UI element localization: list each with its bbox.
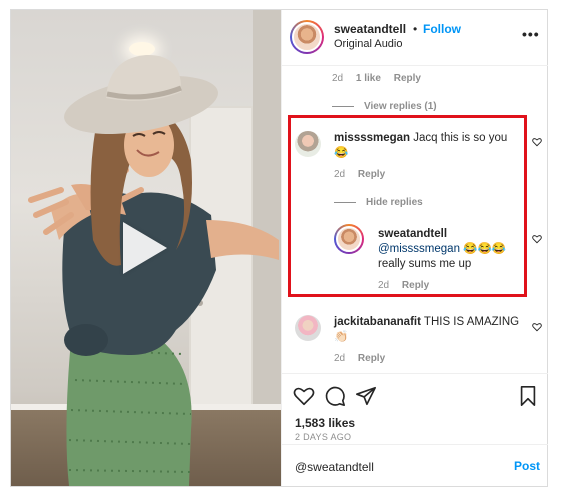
post-date: 2 DAYS AGO bbox=[295, 432, 352, 442]
reply-body: sweatandtell @missssmegan 😂😂😂 really sum… bbox=[378, 227, 518, 272]
hide-replies-label: Hide replies bbox=[366, 197, 423, 208]
play-button[interactable] bbox=[123, 222, 167, 274]
reply-author-avatar[interactable] bbox=[334, 224, 364, 254]
comment-time: 2d bbox=[334, 169, 346, 180]
likes-count[interactable]: 1,583 likes bbox=[295, 416, 355, 430]
comment-likes[interactable]: 1 like bbox=[356, 73, 381, 84]
reply-username[interactable]: sweatandtell bbox=[378, 228, 447, 240]
post-actions: 1,583 likes 2 DAYS AGO bbox=[282, 373, 548, 443]
instagram-post: sweatandtell • Follow Original Audio •••… bbox=[10, 9, 548, 487]
comments-list: 2d 1 like Reply View replies (1) missssm… bbox=[282, 67, 548, 373]
hide-replies-button[interactable]: Hide replies bbox=[334, 197, 423, 208]
follow-button[interactable]: Follow bbox=[423, 22, 461, 36]
profile-avatar[interactable] bbox=[290, 20, 324, 54]
commenter-avatar[interactable] bbox=[295, 315, 321, 341]
author-username[interactable]: sweatandtell bbox=[334, 22, 406, 36]
comment-body: missssmegan Jacq this is so you 😂 bbox=[334, 131, 524, 161]
post-comment-button[interactable]: Post bbox=[514, 459, 540, 473]
separator-dot: • bbox=[413, 22, 418, 36]
divider-line bbox=[332, 105, 354, 107]
add-comment-bar: Post bbox=[282, 444, 548, 486]
reply-meta: 2d Reply bbox=[378, 280, 429, 291]
post-video[interactable] bbox=[11, 10, 281, 486]
commenter-username[interactable]: jackitabananafit bbox=[334, 316, 421, 328]
comment-text: THIS IS AMAZING bbox=[423, 316, 520, 328]
like-comment-heart-icon[interactable] bbox=[532, 137, 542, 147]
commenter-username[interactable]: missssmegan bbox=[334, 132, 410, 144]
divider-line bbox=[334, 201, 356, 203]
comment-time: 2d bbox=[334, 353, 346, 364]
reply-text: really sums me up bbox=[378, 258, 472, 270]
audio-label[interactable]: Original Audio bbox=[334, 38, 403, 50]
post-header: sweatandtell • Follow Original Audio ••• bbox=[282, 10, 548, 66]
reply-time: 2d bbox=[378, 280, 390, 291]
reply-button[interactable]: Reply bbox=[358, 169, 385, 180]
post-side-panel: sweatandtell • Follow Original Audio •••… bbox=[281, 10, 548, 486]
like-comment-heart-icon[interactable] bbox=[532, 322, 542, 332]
comment-time: 2d bbox=[332, 73, 344, 84]
comment-meta: 2d Reply bbox=[334, 169, 385, 180]
comment-meta: 2d Reply bbox=[334, 353, 385, 364]
reply-mention-link[interactable]: @missssmegan bbox=[378, 243, 460, 255]
commenter-avatar[interactable] bbox=[295, 131, 321, 157]
reply-button[interactable]: Reply bbox=[402, 280, 429, 291]
comment-emoji: 👏🏻 bbox=[334, 331, 349, 343]
comment-text: Jacq this is so you bbox=[413, 132, 508, 144]
reply-button[interactable]: Reply bbox=[394, 73, 421, 84]
bookmark-icon[interactable] bbox=[517, 385, 539, 407]
like-reply-heart-icon[interactable] bbox=[532, 234, 542, 244]
heart-icon[interactable] bbox=[293, 385, 315, 407]
comment-emoji: 😂 bbox=[334, 147, 349, 159]
view-replies-button[interactable]: View replies (1) bbox=[332, 101, 437, 112]
reply-emoji: 😂😂😂 bbox=[463, 243, 507, 255]
comment-input[interactable] bbox=[295, 458, 495, 476]
comment-meta: 2d 1 like Reply bbox=[332, 73, 421, 84]
view-replies-label: View replies (1) bbox=[364, 101, 437, 112]
comment-icon[interactable] bbox=[324, 385, 346, 407]
more-options-button[interactable]: ••• bbox=[522, 26, 540, 42]
share-icon[interactable] bbox=[355, 385, 377, 407]
reply-button[interactable]: Reply bbox=[358, 353, 385, 364]
comment-body: jackitabananafit THIS IS AMAZING 👏🏻 bbox=[334, 315, 524, 345]
